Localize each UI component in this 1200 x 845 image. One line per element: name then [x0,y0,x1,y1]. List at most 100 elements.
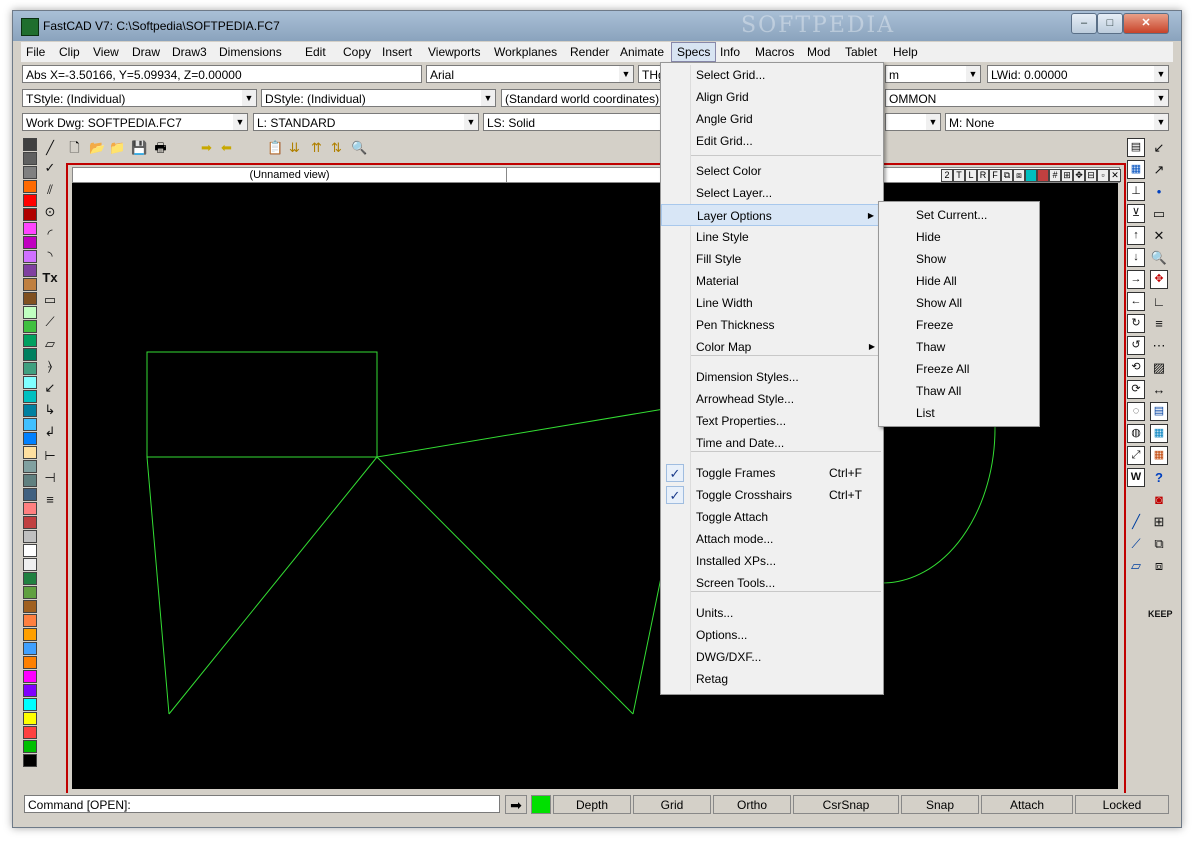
color-swatch[interactable] [23,166,37,179]
menu-item-material[interactable]: Material [661,270,883,292]
color-swatch[interactable] [23,502,37,515]
menu-copy[interactable]: Copy [338,43,376,61]
menu-draw[interactable]: Draw [127,43,165,61]
arrow-left-tool-icon[interactable]: ← [1127,292,1145,311]
submenu-item-show[interactable]: Show [879,248,1039,270]
open-folder-icon[interactable]: 📂 [89,140,105,155]
keep-icon[interactable]: KEEP [1148,604,1173,624]
menu-macros[interactable]: Macros [750,43,799,61]
color-swatch[interactable] [23,628,37,641]
m-select[interactable]: m ▼ [885,65,981,83]
color-swatch[interactable] [23,516,37,529]
color-swatch[interactable] [23,600,37,613]
color-swatch[interactable] [23,740,37,753]
color-swatch[interactable] [23,320,37,333]
menu-item-align-grid[interactable]: Align Grid [661,86,883,108]
polyline-tool-icon[interactable]: ✓ [41,158,59,178]
view-2d-button[interactable]: 2 [941,169,953,182]
corner-icon[interactable]: ∟ [1150,292,1168,312]
help-icon[interactable]: ? [1150,468,1168,488]
curve-snap-icon[interactable]: ⟋ [1127,534,1145,554]
paste-icon[interactable]: ⇊ [287,140,302,155]
arc-tool-icon[interactable]: ◜ [41,224,59,244]
menu-item-line-width[interactable]: Line Width [661,292,883,314]
open-recent-icon[interactable]: 📁 [109,140,125,155]
find-icon[interactable]: 🔍 [351,140,367,155]
menu-help[interactable]: Help [888,43,923,61]
text-tool-icon[interactable]: Tx [41,268,59,288]
submenu-item-hide[interactable]: Hide [879,226,1039,248]
view-close-icon[interactable]: ✕ [1109,169,1121,182]
view-right-button[interactable]: R [977,169,989,182]
coord-system-select[interactable]: (Standard world coordinates) [501,89,665,107]
line-tool-icon[interactable]: ╱ [41,138,59,158]
menu-specs[interactable]: Specs [671,42,717,62]
color-swatch[interactable] [23,446,37,459]
color-swatch[interactable] [23,712,37,725]
line-style-select[interactable]: LS: Solid [483,113,665,131]
maximize-button[interactable]: □ [1097,13,1123,34]
text-style-select[interactable]: TStyle: (Individual) ▼ [22,89,257,107]
cross-icon[interactable]: ✕ [1150,226,1168,246]
copy-icon[interactable]: ⇈ [309,140,324,155]
menu-item-toggle-crosshairs[interactable]: ✓ Toggle Crosshairs Ctrl+T [661,484,883,506]
color-select[interactable]: ▼ [885,113,941,131]
submenu-item-set-current[interactable]: Set Current... [879,204,1039,226]
color-swatch[interactable] [23,348,37,361]
color-swatch[interactable] [23,432,37,445]
rotate-circle-icon[interactable]: ◌ [1127,402,1145,421]
properties-icon[interactable]: ▤ [1127,138,1145,157]
mirror-icon[interactable]: ⊥ [1127,182,1145,201]
color-swatch[interactable] [23,684,37,697]
depth-button[interactable]: Depth [553,795,631,814]
submenu-item-hide-all[interactable]: Hide All [879,270,1039,292]
menu-info[interactable]: Info [715,43,745,61]
menu-draw3[interactable]: Draw3 [167,43,212,61]
submenu-item-list[interactable]: List [879,402,1039,424]
minimize-button[interactable]: – [1071,13,1097,34]
grid-color-icon[interactable]: ▦ [1150,424,1168,443]
view-copy-icon[interactable]: ⧉ [1001,169,1013,182]
locked-button[interactable]: Locked [1075,795,1169,814]
color-swatch[interactable] [23,754,37,767]
attach-button[interactable]: Attach [981,795,1073,814]
line-width-select[interactable]: LWid: 0.00000 ▼ [987,65,1169,83]
menu-item-select-grid[interactable]: Select Grid... [661,64,883,86]
menu-render[interactable]: Render [565,43,614,61]
menu-item-angle-grid[interactable]: Angle Grid [661,108,883,130]
color-swatch[interactable] [23,222,37,235]
view-left-button[interactable]: L [965,169,977,182]
rotate-ccw-icon[interactable]: ↺ [1127,336,1145,355]
menu-item-retag[interactable]: Retag [661,668,883,690]
menu-item-toggle-frames[interactable]: ✓ Toggle Frames Ctrl+F [661,462,883,484]
menu-mod[interactable]: Mod [802,43,835,61]
line-snap-icon[interactable]: ╱ [1127,512,1145,532]
menu-view[interactable]: View [88,43,124,61]
stretch-icon[interactable]: ↔ [1150,380,1168,400]
arrow-right-icon[interactable]: ➡ [199,140,214,155]
color-swatch[interactable] [23,278,37,291]
rectangle-tool-icon[interactable]: ▭ [41,290,59,310]
rotate-circle-2-icon[interactable]: ◍ [1127,424,1145,443]
pan-icon[interactable]: ✥ [1150,270,1168,289]
menu-item-dwg-dxf[interactable]: DWG/DXF... [661,646,883,668]
dashed-lines-icon[interactable]: ⋯ [1150,336,1168,356]
menu-viewports[interactable]: Viewports [423,43,485,61]
common-select[interactable]: OMMON ▼ [885,89,1169,107]
menu-item-line-style[interactable]: Line Style [661,226,883,248]
submenu-item-freeze-all[interactable]: Freeze All [879,358,1039,380]
snap-button[interactable]: Snap [901,795,979,814]
move-icon[interactable]: ↗ [1150,160,1168,180]
view-multi-icon[interactable]: ⧈ [1013,169,1025,182]
close-button[interactable]: ✕ [1123,13,1169,34]
color-swatch[interactable] [23,586,37,599]
menu-insert[interactable]: Insert [377,43,417,61]
circle-tool-icon[interactable]: ⊙ [41,202,59,222]
list-icon[interactable]: ▤ [1150,402,1168,421]
menu-dimensions[interactable]: Dimensions [214,43,287,61]
lines-icon[interactable]: ≡ [1150,314,1168,334]
menu-item-installed-xps[interactable]: Installed XPs... [661,550,883,572]
menu-tablet[interactable]: Tablet [840,43,882,61]
color-swatch[interactable] [23,306,37,319]
spline-tool-icon[interactable]: ⦒ [41,356,59,376]
